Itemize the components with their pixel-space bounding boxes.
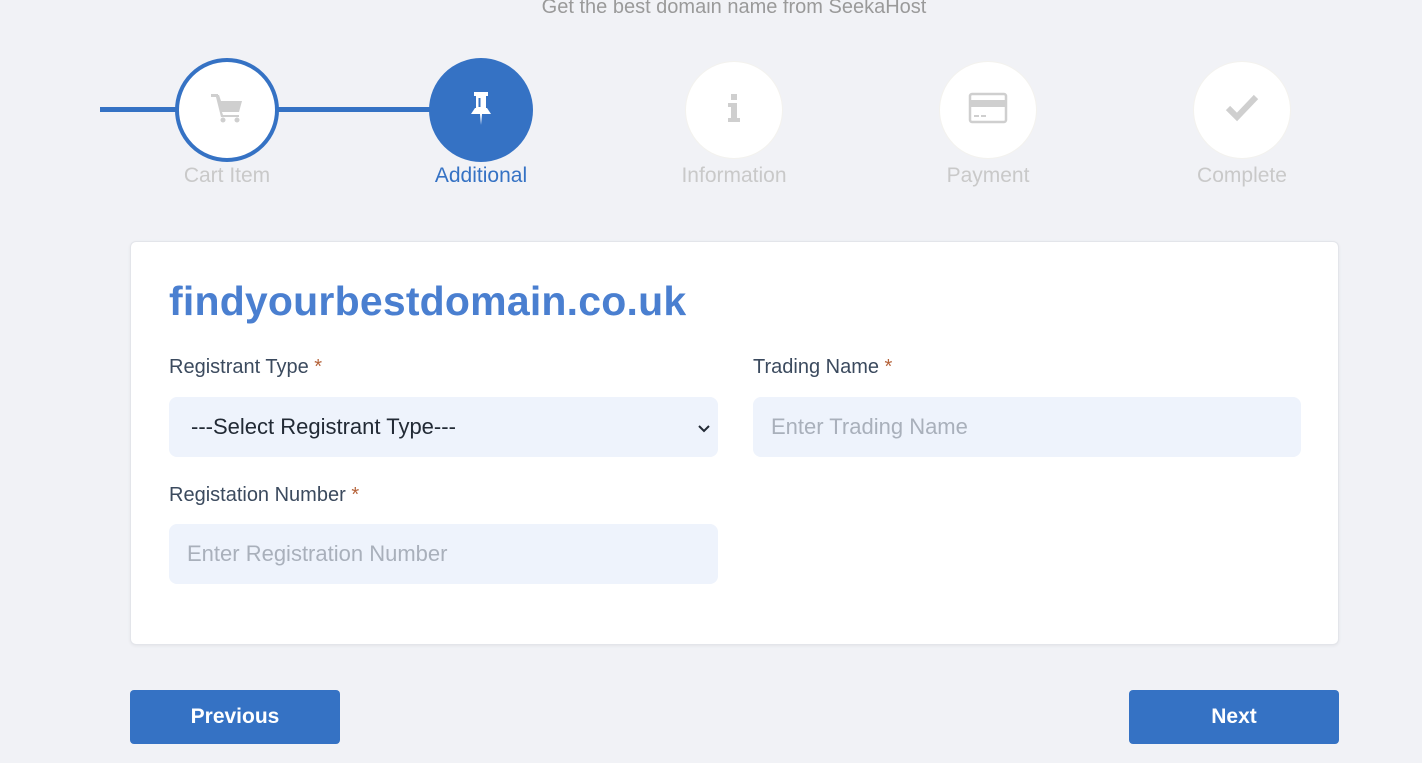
step-information[interactable]: Information xyxy=(634,58,834,188)
label-text: Registrant Type xyxy=(169,356,309,378)
next-button[interactable]: Next xyxy=(1129,690,1339,744)
step-circle xyxy=(1193,61,1291,159)
registration-number-input[interactable]: Enter Registration Number xyxy=(169,524,718,584)
step-cart-item[interactable]: Cart Item xyxy=(127,58,327,188)
step-additional[interactable]: Additional xyxy=(381,58,581,188)
domain-name-title: findyourbestdomain.co.uk xyxy=(169,278,687,324)
step-label: Complete xyxy=(1197,164,1287,187)
step-circle xyxy=(429,58,533,162)
check-icon xyxy=(1225,94,1259,127)
step-payment[interactable]: Payment xyxy=(888,58,1088,188)
step-label: Information xyxy=(681,164,787,187)
step-circle xyxy=(685,61,783,159)
step-complete[interactable]: Complete xyxy=(1142,58,1342,188)
registrant-type-select[interactable]: ---Select Registrant Type--- xyxy=(169,397,718,457)
step-circle xyxy=(939,61,1037,159)
registration-number-label: Registation Number * xyxy=(169,484,359,507)
trading-name-label: Trading Name * xyxy=(753,356,892,379)
cart-icon xyxy=(209,92,245,129)
required-marker: * xyxy=(314,356,323,378)
input-placeholder: Enter Registration Number xyxy=(187,541,448,566)
select-value: ---Select Registrant Type--- xyxy=(191,414,456,439)
input-placeholder: Enter Trading Name xyxy=(771,414,968,439)
label-text: Trading Name xyxy=(753,356,879,378)
step-label: Cart Item xyxy=(183,164,271,187)
additional-info-card: findyourbestdomain.co.uk Registrant Type… xyxy=(130,241,1339,645)
pushpin-icon xyxy=(468,90,494,131)
step-circle xyxy=(175,58,279,162)
trading-name-input[interactable]: Enter Trading Name xyxy=(753,397,1301,457)
registrant-type-label: Registrant Type * xyxy=(169,356,322,379)
info-icon xyxy=(727,93,741,128)
page-subtitle: Get the best domain name from SeekaHost xyxy=(541,0,927,18)
step-label: Additional xyxy=(434,164,528,187)
step-label: Payment xyxy=(946,164,1030,187)
required-marker: * xyxy=(351,484,360,506)
previous-button[interactable]: Previous xyxy=(130,690,340,744)
credit-card-icon xyxy=(968,92,1008,129)
required-marker: * xyxy=(884,356,893,378)
label-text: Registation Number xyxy=(169,484,346,506)
chevron-down-icon xyxy=(696,417,712,433)
checkout-stepper: Cart Item Additional Information Payment… xyxy=(0,58,1422,198)
